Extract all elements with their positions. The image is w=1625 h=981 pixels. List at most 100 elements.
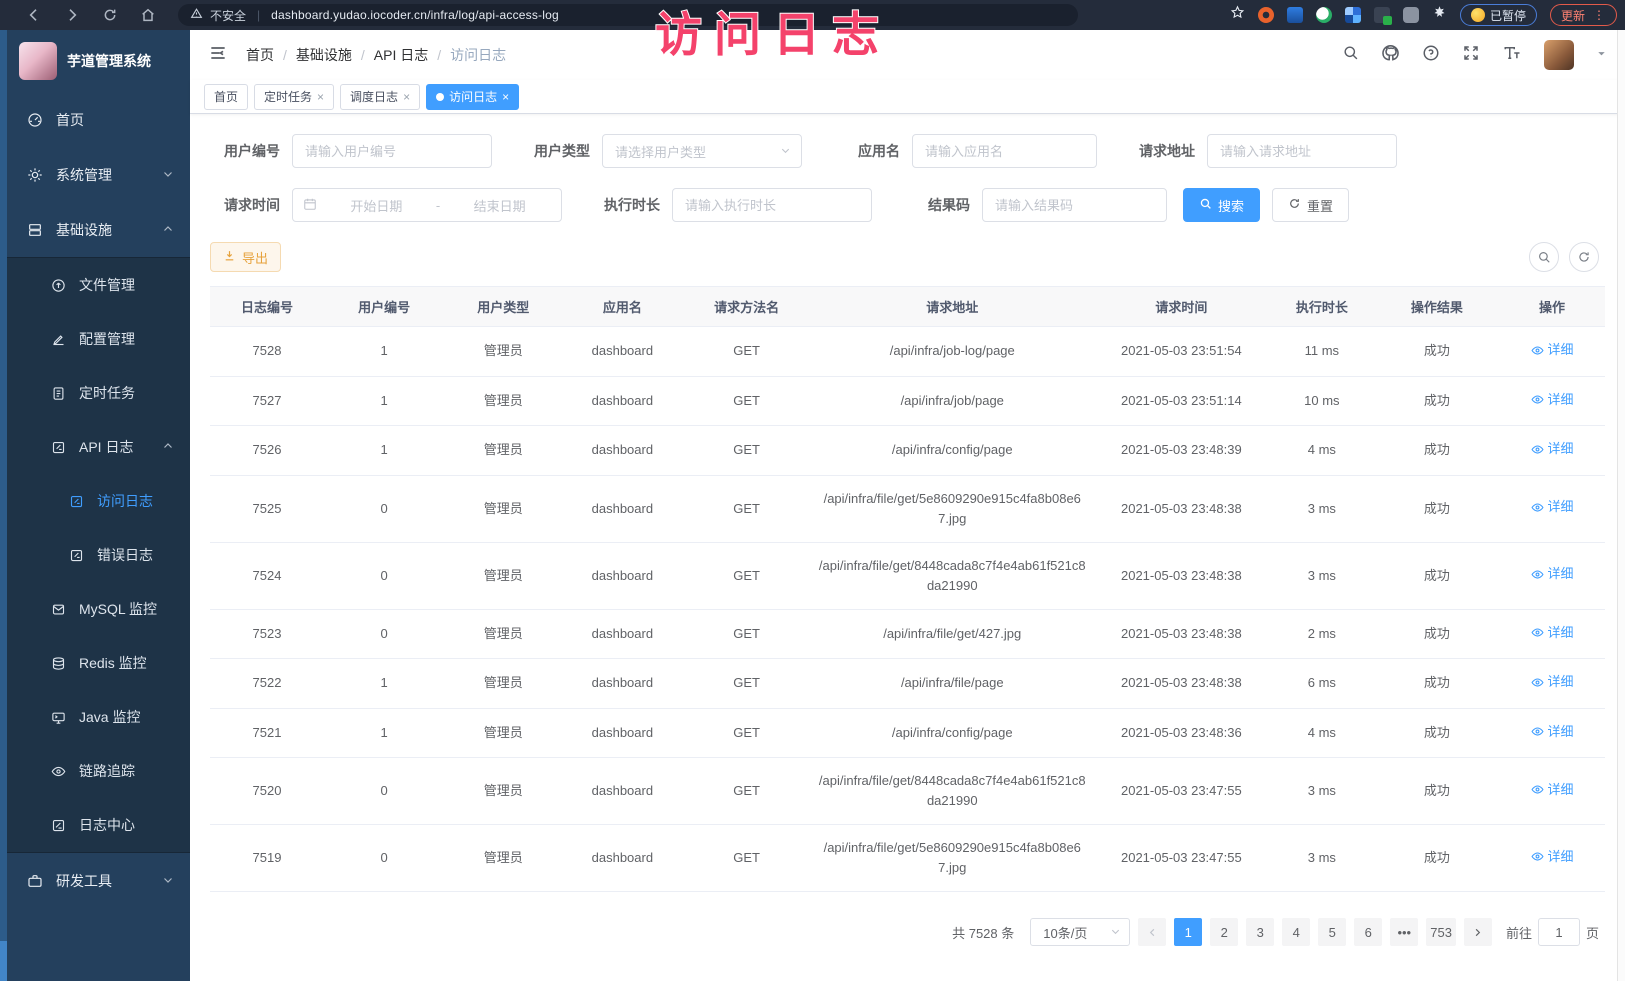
pager-ellipsis[interactable]: ••• — [1390, 918, 1418, 946]
detail-link[interactable]: 详细 — [1531, 340, 1574, 360]
profile-paused-badge[interactable]: 已暂停 — [1460, 4, 1537, 26]
request-time-daterange[interactable]: 开始日期 - 结束日期 — [292, 188, 562, 222]
github-icon[interactable] — [1381, 43, 1400, 67]
cell-duration: 4 ms — [1269, 708, 1375, 758]
cell-user-id: 0 — [324, 475, 444, 542]
browser-menu-kebab-icon[interactable]: ⋮ — [1593, 8, 1606, 22]
breadcrumb-item[interactable]: 首页 — [246, 45, 274, 65]
font-size-icon[interactable] — [1502, 44, 1522, 67]
sidebar-item-java-monitor[interactable]: Java 监控 — [7, 690, 190, 744]
sidebar-item-infrastructure[interactable]: 基础设施 — [7, 202, 190, 257]
extensions-puzzle-icon[interactable] — [1432, 5, 1447, 25]
sidebar-item-mysql-monitor[interactable]: MySQL 监控 — [7, 582, 190, 636]
gear-icon — [27, 167, 43, 183]
header-search-icon[interactable] — [1342, 44, 1359, 66]
caret-down-icon[interactable] — [1596, 46, 1607, 64]
export-button[interactable]: 导出 — [210, 242, 281, 272]
page-number-button[interactable]: 6 — [1354, 918, 1382, 946]
breadcrumb-item[interactable]: API 日志 — [374, 45, 428, 65]
pagination: 共 7528 条 10条/页 123456•••753 前往 页 — [210, 892, 1605, 946]
hamburger-icon[interactable] — [208, 43, 228, 68]
sidebar-item-error-log[interactable]: 错误日志 — [7, 528, 190, 582]
tag-access-log[interactable]: 访问日志 × — [426, 84, 519, 110]
extension-icon[interactable] — [1403, 7, 1419, 23]
user-avatar[interactable] — [1544, 40, 1574, 70]
sidebar-item-trace[interactable]: 链路追踪 — [7, 744, 190, 798]
close-icon[interactable]: × — [502, 90, 509, 104]
page-number-button[interactable]: 1 — [1174, 918, 1202, 946]
extension-icon[interactable] — [1374, 7, 1390, 23]
page-number-button[interactable]: 2 — [1210, 918, 1238, 946]
detail-link[interactable]: 详细 — [1531, 780, 1574, 800]
chevron-down-icon — [780, 144, 791, 159]
sidebar-item-scheduled-tasks[interactable]: 定时任务 — [7, 366, 190, 420]
tag-schedule-log[interactable]: 调度日志 × — [340, 84, 420, 110]
help-icon[interactable] — [1422, 44, 1440, 67]
sidebar-item-system[interactable]: 系统管理 — [7, 147, 190, 202]
user-type-select[interactable]: 请选择用户类型 — [602, 134, 802, 168]
detail-link[interactable]: 详细 — [1531, 497, 1574, 517]
bookmark-star-icon[interactable] — [1230, 5, 1245, 25]
toggle-search-button[interactable] — [1529, 242, 1559, 272]
page-size-select[interactable]: 10条/页 — [1030, 918, 1130, 946]
extension-icon[interactable] — [1345, 7, 1361, 23]
security-label[interactable]: 不安全 — [210, 7, 246, 24]
detail-link[interactable]: 详细 — [1531, 390, 1574, 410]
close-icon[interactable]: × — [317, 90, 324, 104]
request-url-input[interactable] — [1207, 134, 1397, 168]
logo-row[interactable]: 芋道管理系统 — [7, 30, 190, 92]
sidebar-item-home[interactable]: 首页 — [7, 92, 190, 147]
table-row: 75250管理员dashboardGET/api/infra/file/get/… — [210, 475, 1605, 542]
detail-link[interactable]: 详细 — [1531, 722, 1574, 742]
cell-log-id: 7526 — [210, 426, 324, 476]
address-url[interactable]: dashboard.yudao.iocoder.cn/infra/log/api… — [271, 8, 559, 22]
reset-button[interactable]: 重置 — [1272, 188, 1349, 222]
user-id-input[interactable] — [292, 134, 492, 168]
address-bar[interactable]: 不安全 | dashboard.yudao.iocoder.cn/infra/l… — [178, 4, 1078, 26]
result-code-input[interactable] — [982, 188, 1167, 222]
close-icon[interactable]: × — [403, 90, 410, 104]
column-header: 操作结果 — [1375, 287, 1499, 327]
sidebar-item-file-management[interactable]: 文件管理 — [7, 258, 190, 312]
sidebar-item-access-log[interactable]: 访问日志 — [7, 474, 190, 528]
goto-page-input[interactable] — [1538, 918, 1580, 946]
extension-icon[interactable] — [1258, 7, 1274, 23]
table-header-row: 日志编号用户编号用户类型应用名请求方法名请求地址请求时间执行时长操作结果操作 — [210, 287, 1605, 327]
refresh-table-button[interactable] — [1569, 242, 1599, 272]
app-name-input[interactable] — [912, 134, 1097, 168]
next-page-button[interactable] — [1464, 918, 1492, 946]
breadcrumb-item[interactable]: 基础设施 — [296, 45, 352, 65]
detail-link[interactable]: 详细 — [1531, 439, 1574, 459]
page-number-button[interactable]: 753 — [1426, 918, 1456, 946]
scrollbar[interactable] — [1617, 30, 1625, 981]
detail-link[interactable]: 详细 — [1531, 847, 1574, 867]
extension-icon[interactable] — [1287, 7, 1303, 23]
sidebar-item-dev-tools[interactable]: 研发工具 — [7, 853, 190, 908]
prev-page-button[interactable] — [1138, 918, 1166, 946]
browser-reload-icon[interactable] — [102, 7, 118, 23]
cell-user-type: 管理员 — [444, 708, 562, 758]
detail-link[interactable]: 详细 — [1531, 672, 1574, 692]
page-number-button[interactable]: 3 — [1246, 918, 1274, 946]
sidebar-item-config-management[interactable]: 配置管理 — [7, 312, 190, 366]
cell-user-id: 0 — [324, 542, 444, 609]
tag-scheduled-tasks[interactable]: 定时任务 × — [254, 84, 334, 110]
sidebar-item-api-log[interactable]: API 日志 — [7, 420, 190, 474]
breadcrumb-separator: / — [283, 47, 287, 63]
sidebar-item-redis-monitor[interactable]: Redis 监控 — [7, 636, 190, 690]
browser-home-icon[interactable] — [140, 7, 156, 23]
detail-link[interactable]: 详细 — [1531, 564, 1574, 584]
cell-action: 详细 — [1499, 327, 1605, 377]
tag-home[interactable]: 首页 — [204, 84, 248, 110]
duration-input[interactable] — [672, 188, 872, 222]
browser-update-button[interactable]: 更新 ⋮ — [1550, 4, 1617, 26]
detail-link[interactable]: 详细 — [1531, 623, 1574, 643]
browser-back-icon[interactable] — [26, 7, 42, 23]
page-number-button[interactable]: 4 — [1282, 918, 1310, 946]
extension-icon[interactable] — [1316, 7, 1332, 23]
browser-forward-icon[interactable] — [64, 7, 80, 23]
page-number-button[interactable]: 5 — [1318, 918, 1346, 946]
search-button[interactable]: 搜索 — [1183, 188, 1260, 222]
fullscreen-icon[interactable] — [1462, 44, 1480, 67]
sidebar-item-log-center[interactable]: 日志中心 — [7, 798, 190, 852]
